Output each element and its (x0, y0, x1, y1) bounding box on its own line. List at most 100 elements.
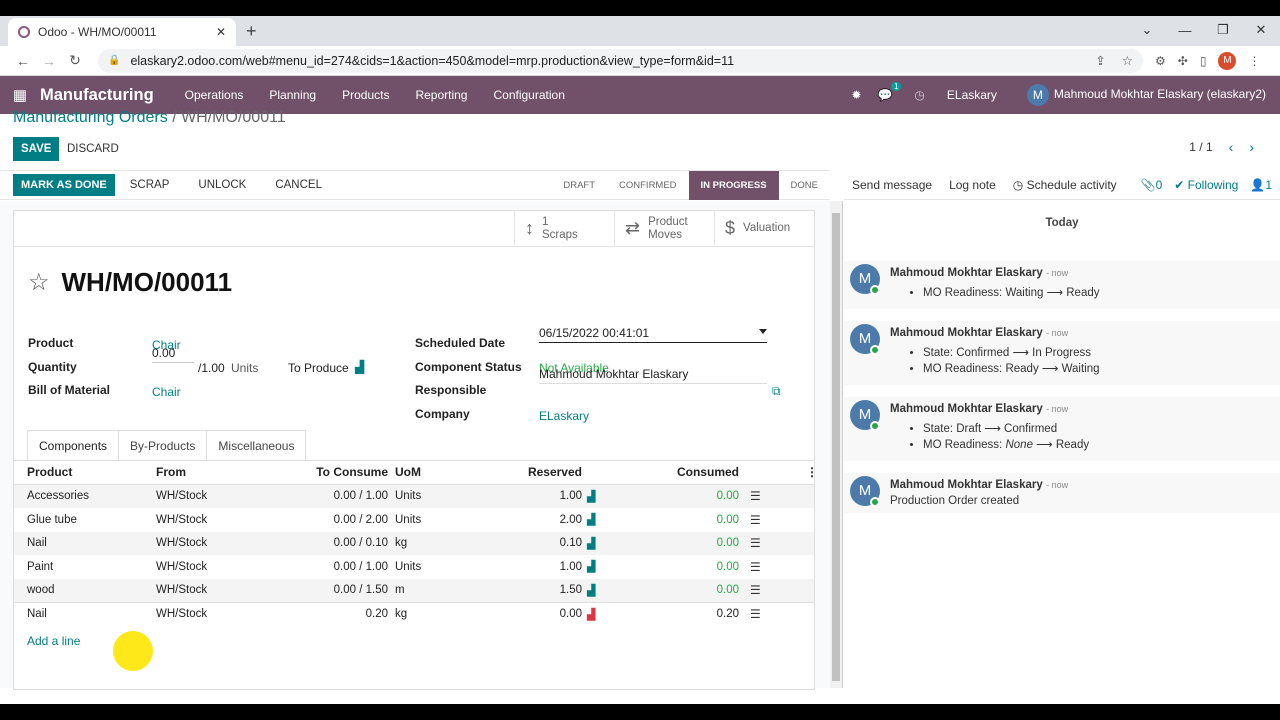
detailed-operations-icon[interactable]: ☰ (750, 560, 761, 574)
pager-value[interactable]: 1 / 1 (1189, 140, 1212, 154)
external-link-icon[interactable]: ⧉ (772, 384, 781, 399)
stage-done[interactable]: DONE (779, 171, 830, 200)
browser-tab[interactable]: Odoo - WH/MO/00011 ✕ (8, 18, 236, 46)
cell-from: WH/Stock (156, 490, 208, 503)
stage-draft[interactable]: DRAFT (551, 171, 607, 200)
priority-star-icon[interactable]: ☆ (28, 268, 50, 297)
menu-configuration[interactable]: Configuration (480, 88, 577, 102)
attachments-button[interactable]: 📎0 (1141, 178, 1163, 192)
menu-reporting[interactable]: Reporting (402, 88, 480, 102)
forward-icon[interactable]: → (36, 53, 62, 69)
detailed-operations-icon[interactable]: ☰ (750, 607, 761, 621)
extension-icon[interactable]: ⚙ (1155, 54, 1166, 68)
discard-button[interactable]: DISCARD (67, 137, 119, 161)
form-scrollbar[interactable] (830, 201, 843, 688)
chat-icon[interactable]: 💬 1 (877, 82, 902, 102)
tab-by-products[interactable]: By-Products (118, 430, 208, 461)
mark-as-done-button[interactable]: MARK AS DONE (13, 174, 115, 196)
stage-confirmed[interactable]: CONFIRMED (607, 171, 689, 200)
detailed-operations-icon[interactable]: ☰ (750, 489, 761, 503)
user-menu[interactable]: M Mahmoud Mokhtar Elaskary (elaskary2) (1026, 84, 1266, 106)
followers-button[interactable]: 👤1 (1250, 178, 1272, 192)
stage-in-progress[interactable]: IN PROGRESS (688, 170, 779, 200)
table-row[interactable]: wood WH/Stock 0.00 / 1.50 m 1.50 ▟ 0.00 ☰ (14, 578, 814, 602)
prev-record-icon[interactable]: ‹ (1229, 139, 1234, 155)
tab-components[interactable]: Components (27, 430, 120, 461)
app-name[interactable]: Manufacturing (40, 86, 154, 105)
close-tab-icon[interactable]: ✕ (216, 25, 226, 39)
share-icon[interactable]: ⇪ (1095, 53, 1105, 68)
forecast-warning-icon[interactable]: ▟ (587, 608, 595, 621)
company-switcher[interactable]: ELaskary (947, 88, 997, 102)
breadcrumb-parent[interactable]: Manufacturing Orders (13, 109, 168, 126)
scraps-smart-button[interactable]: ↕ 1 Scraps (514, 211, 614, 246)
forecast-icon[interactable]: ▟ (587, 584, 595, 597)
scrollbar-thumb[interactable] (832, 213, 840, 681)
profile-avatar[interactable]: M (1218, 51, 1237, 70)
optional-columns-icon[interactable]: ⋮ (806, 465, 818, 479)
col-product[interactable]: Product (27, 465, 72, 479)
col-reserved[interactable]: Reserved (528, 465, 582, 479)
table-row[interactable]: Glue tube WH/Stock 0.00 / 2.00 Units 2.00 ▟ 0.… (14, 508, 814, 532)
puzzle-icon[interactable]: ✣ (1178, 54, 1188, 68)
menu-products[interactable]: Products (329, 88, 402, 102)
cancel-button[interactable]: CANCEL (271, 179, 326, 191)
cell-reserved: 1.00 (559, 560, 582, 573)
reload-icon[interactable]: ↻ (62, 52, 88, 69)
menu-operations[interactable]: Operations (172, 88, 257, 102)
message-author[interactable]: Mahmoud Mokhtar Elaskary (890, 267, 1043, 279)
product-moves-smart-button[interactable]: ⇄ Product Moves (614, 211, 714, 246)
table-row[interactable]: Nail WH/Stock 0.20 kg 0.00 ▟ 0.20 ☰ (14, 602, 814, 626)
col-to-consume[interactable]: To Consume (316, 465, 388, 479)
bookmark-star-icon[interactable]: ☆ (1122, 53, 1133, 68)
table-row[interactable]: Paint WH/Stock 0.00 / 1.00 Units 1.00 ▟ 0.00 ☰ (14, 555, 814, 579)
quantity-input[interactable]: 0.00 (152, 346, 194, 363)
log-note-button[interactable]: Log note (949, 178, 996, 192)
sidepanel-icon[interactable]: ▯ (1200, 54, 1207, 68)
close-window-icon[interactable]: ✕ (1242, 22, 1280, 38)
apps-grid-icon[interactable]: ▦ (0, 86, 40, 104)
scrap-button[interactable]: SCRAP (126, 179, 174, 191)
detailed-operations-icon[interactable]: ☰ (750, 513, 761, 527)
forecast-icon[interactable]: ▟ (587, 537, 595, 550)
scheduled-date-input[interactable]: 06/15/2022 00:41:01 (539, 326, 767, 343)
add-a-line-link[interactable]: Add a line (27, 634, 80, 648)
save-button[interactable]: SAVE (13, 137, 60, 161)
table-row[interactable]: Nail WH/Stock 0.00 / 0.10 kg 0.10 ▟ 0.00 ☰ (14, 531, 814, 555)
forecast-icon[interactable]: ▟ (587, 490, 595, 503)
back-icon[interactable]: ← (10, 53, 36, 69)
user-name: Mahmoud Mokhtar Elaskary (elaskary2) (1053, 87, 1266, 102)
schedule-activity-button[interactable]: ◷ Schedule activity (1013, 178, 1117, 192)
message-author[interactable]: Mahmoud Mokhtar Elaskary (890, 327, 1043, 339)
new-tab-icon[interactable]: + (246, 21, 257, 42)
minimize-icon[interactable]: — (1166, 23, 1204, 38)
valuation-smart-button[interactable]: $ Valuation (714, 211, 814, 246)
company-field[interactable]: ELaskary (539, 409, 589, 423)
browser-menu-icon[interactable]: ⋮ (1248, 54, 1260, 68)
following-button[interactable]: ✔ Following (1174, 178, 1238, 192)
followers-count: 1 (1265, 177, 1272, 192)
tab-search-icon[interactable]: ⌄ (1128, 22, 1166, 38)
message-author[interactable]: Mahmoud Mokhtar Elaskary (890, 403, 1043, 415)
bom-field[interactable]: Chair (152, 385, 181, 399)
url-input[interactable]: 🔒 elaskary2.odoo.com/web#menu_id=274&cid… (98, 48, 1143, 73)
bug-icon[interactable]: ✹ (851, 88, 861, 102)
forecast-chart-icon[interactable]: ▟ (355, 360, 364, 374)
unlock-button[interactable]: UNLOCK (194, 179, 250, 191)
activity-clock-icon[interactable]: ◷ (914, 88, 924, 102)
forecast-icon[interactable]: ▟ (587, 513, 595, 526)
send-message-button[interactable]: Send message (852, 178, 932, 192)
tab-miscellaneous[interactable]: Miscellaneous (206, 430, 307, 461)
maximize-icon[interactable]: ❐ (1204, 22, 1242, 38)
detailed-operations-icon[interactable]: ☰ (750, 583, 761, 597)
menu-planning[interactable]: Planning (256, 88, 329, 102)
next-record-icon[interactable]: › (1249, 139, 1254, 155)
col-consumed[interactable]: Consumed (677, 465, 739, 479)
col-from[interactable]: From (156, 465, 186, 479)
col-uom[interactable]: UoM (395, 465, 421, 479)
responsible-input[interactable]: Mahmoud Mokhtar Elaskary (539, 367, 767, 384)
message-author[interactable]: Mahmoud Mokhtar Elaskary (890, 479, 1043, 491)
forecast-icon[interactable]: ▟ (587, 560, 595, 573)
table-row[interactable]: Accessories WH/Stock 0.00 / 1.00 Units 1.00 ▟… (14, 484, 814, 508)
detailed-operations-icon[interactable]: ☰ (750, 536, 761, 550)
